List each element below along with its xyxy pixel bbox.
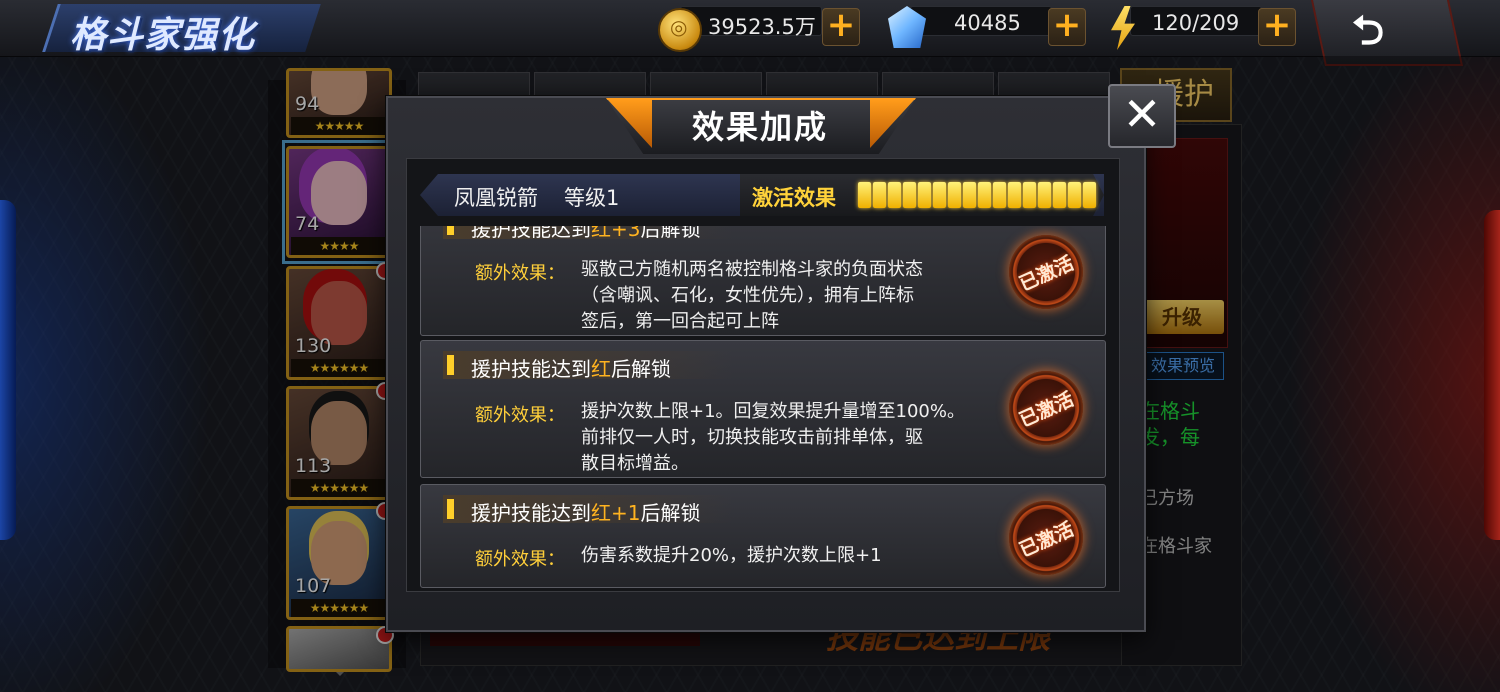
close-button[interactable]: ✕ [1108, 84, 1176, 148]
desc-line: 援护次数上限+1。回复效果提升量增至100%。 [581, 401, 965, 422]
activation-segment [1008, 182, 1021, 208]
card-marker [447, 499, 454, 519]
title-text: 后解锁 [611, 357, 671, 381]
activation-segment [1068, 182, 1081, 208]
desc-line: 签后，第一回合起可上阵 [581, 311, 779, 332]
card-title: 援护技能达到红+3后解锁 [471, 226, 700, 242]
card-marker [447, 226, 454, 235]
activation-segment [993, 182, 1006, 208]
title-text: 后解锁 [640, 501, 701, 525]
extra-effect-label: 额外效果： [475, 405, 565, 426]
effect-card: 援护技能达到红+3后解锁 额外效果： 驱散己方随机两名被控制格斗家的负面状态 （… [420, 226, 1106, 336]
title-highlight: 红+3 [591, 226, 641, 241]
desc-line: 驱散己方随机两名被控制格斗家的负面状态 [581, 259, 923, 280]
activation-segment [873, 182, 886, 208]
card-title: 援护技能达到红后解锁 [471, 353, 671, 382]
title-highlight: 红+1 [591, 501, 641, 525]
stamp-text: 已激活 [1016, 518, 1078, 562]
card-marker [447, 355, 454, 375]
title-text: 援护技能达到 [471, 357, 591, 381]
extra-effect-desc: 援护次数上限+1。回复效果提升量增至100%。 前排仅一人时，切换技能攻击前排单… [581, 399, 1001, 477]
desc-line: （含嘲讽、石化，女性优先），拥有上阵标 [581, 285, 914, 306]
activation-segment [978, 182, 991, 208]
activation-progress-bar [858, 182, 1098, 208]
card-title: 援护技能达到红+1后解锁 [471, 497, 700, 526]
activated-stamp-icon: 已激活 [1009, 235, 1083, 309]
activation-segment [858, 182, 871, 208]
title-text: 后解锁 [640, 226, 701, 241]
stamp-text: 已激活 [1016, 252, 1078, 296]
dialog-title: 效果加成 [691, 108, 828, 146]
add-gold-button[interactable]: + [822, 8, 860, 46]
activation-label: 激活效果 [752, 186, 836, 210]
desc-line: 伤害系数提升20%，援护次数上限+1 [581, 545, 882, 566]
desc-line: 前排仅一人时，切换技能攻击前排单体，驱 [581, 427, 923, 448]
activation-segment [918, 182, 931, 208]
activation-segment [903, 182, 916, 208]
extra-effect-desc: 驱散己方随机两名被控制格斗家的负面状态 （含嘲讽、石化，女性优先），拥有上阵标 … [581, 257, 1001, 335]
back-arrow-icon: ⮌ [1352, 8, 1385, 54]
add-energy-button[interactable]: + [1258, 8, 1296, 46]
extra-effect-label: 额外效果： [475, 549, 565, 570]
skill-level: 等级1 [564, 186, 620, 210]
page-title: 格斗家强化 [70, 15, 256, 56]
title-highlight: 红 [591, 357, 611, 381]
activated-stamp-icon: 已激活 [1009, 501, 1083, 575]
activation-segment [1083, 182, 1096, 208]
activated-stamp-icon: 已激活 [1009, 371, 1083, 445]
activation-segment [948, 182, 961, 208]
activation-segment [963, 182, 976, 208]
close-icon: ✕ [1122, 87, 1162, 141]
activation-segment [1053, 182, 1066, 208]
effect-scroll-list[interactable]: 援护技能达到红+3后解锁 额外效果： 驱散己方随机两名被控制格斗家的负面状态 （… [406, 226, 1118, 590]
title-text: 援护技能达到 [471, 226, 591, 241]
extra-effect-desc: 伤害系数提升20%，援护次数上限+1 [581, 543, 1001, 569]
effect-card: 援护技能达到红后解锁 额外效果： 援护次数上限+1。回复效果提升量增至100%。… [420, 340, 1106, 478]
desc-line: 散目标增益。 [581, 453, 689, 474]
stamp-text: 已激活 [1016, 388, 1078, 432]
activation-segment [888, 182, 901, 208]
gold-amount: 39523.5万 [708, 15, 816, 39]
title-text: 援护技能达到 [471, 501, 591, 525]
activation-segment [1023, 182, 1036, 208]
effect-card: 援护技能达到红+1后解锁 额外效果： 伤害系数提升20%，援护次数上限+1 已激… [420, 484, 1106, 588]
skill-name: 凤凰锐箭 [454, 186, 538, 210]
extra-effect-label: 额外效果： [475, 263, 565, 284]
activation-segment [1038, 182, 1051, 208]
activation-segment [933, 182, 946, 208]
add-diamond-button[interactable]: + [1048, 8, 1086, 46]
gold-coin-icon [658, 8, 702, 52]
energy-amount: 120/209 [1152, 11, 1240, 35]
diamond-amount: 40485 [954, 11, 1021, 35]
